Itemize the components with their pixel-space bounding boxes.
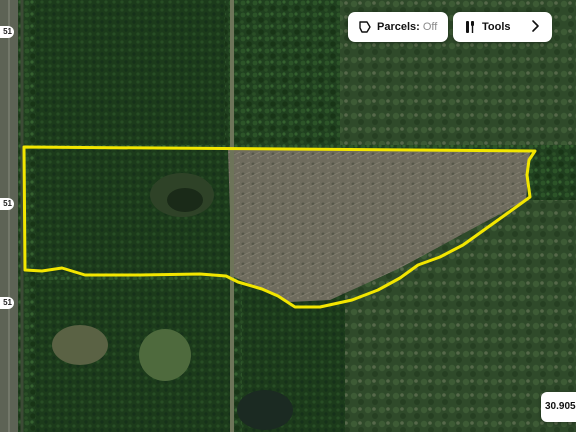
tools-icon <box>466 21 474 33</box>
satellite-map[interactable] <box>0 0 576 432</box>
pond <box>167 188 203 212</box>
parcel-outline-icon <box>359 21 371 33</box>
chevron-right-icon <box>532 20 539 32</box>
clearing-southwest <box>52 325 108 365</box>
clearing-south <box>139 329 191 381</box>
parcels-status: Off <box>422 21 438 33</box>
pine-stand-north <box>35 0 225 145</box>
highway-shield: 51 <box>0 26 14 38</box>
highway-shield: 51 <box>0 297 14 309</box>
parcels-label: Parcels: <box>377 21 420 33</box>
parcels-toggle-button[interactable]: Parcels: Off <box>348 12 448 42</box>
tools-button[interactable]: Tools <box>453 12 552 42</box>
highway-shield: 51 <box>0 198 14 210</box>
tools-label: Tools <box>482 21 511 33</box>
pond-south <box>237 390 293 430</box>
coordinate-readout: 30.9059 <box>541 392 576 422</box>
